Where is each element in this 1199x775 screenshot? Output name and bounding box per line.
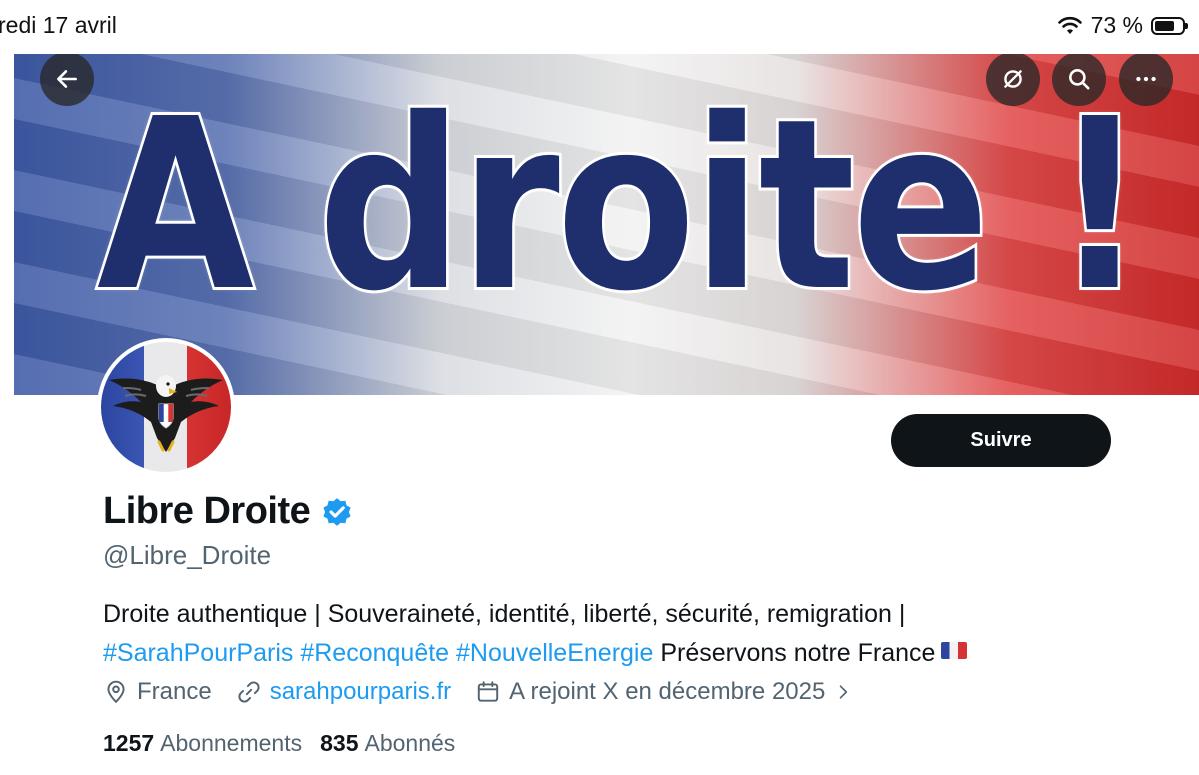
grok-icon	[1004, 70, 1022, 88]
avatar-image	[101, 342, 231, 472]
status-bar: redi 17 avril 73 %	[0, 0, 1199, 52]
profile-meta: France sarahpourparis.fr A rejoint X en …	[103, 678, 877, 706]
status-indicators: 73 %	[1057, 12, 1188, 39]
join-date-text: A rejoint X en décembre 2025	[509, 678, 826, 705]
followers-label: Abonnés	[364, 730, 456, 756]
verified-badge-icon[interactable]	[320, 495, 354, 529]
follow-button[interactable]: Suivre	[891, 414, 1111, 467]
battery-percentage: 73 %	[1090, 12, 1143, 38]
followers-count: 835	[320, 730, 359, 756]
eagle-icon	[109, 375, 223, 452]
name-row: Libre Droite	[103, 490, 354, 533]
website-link[interactable]: sarahpourparis.fr	[270, 678, 451, 706]
profile-stats: 1257 Abonnements 835 Abonnés	[103, 730, 473, 757]
more-icon	[1136, 76, 1156, 82]
following-count: 1257	[103, 730, 155, 756]
status-date: redi 17 avril	[0, 12, 117, 38]
back-arrow-icon	[57, 70, 77, 88]
bio-tail: Préservons notre France	[660, 639, 936, 667]
handle: @Libre_Droite	[103, 540, 272, 570]
back-button[interactable]	[40, 54, 94, 106]
bio-line: Droite authentique | Souveraineté, ident…	[103, 600, 906, 628]
hashtag-link[interactable]: #NouvelleEnergie	[456, 639, 653, 667]
following-label: Abonnements	[160, 730, 303, 756]
location: France	[103, 678, 212, 706]
bio: Droite authentique | Souveraineté, ident…	[103, 595, 1153, 673]
battery-icon	[1151, 16, 1188, 35]
battery-fill	[1155, 20, 1174, 31]
calendar-icon	[477, 681, 499, 702]
chevron-right-icon	[840, 685, 848, 699]
display-name: Libre Droite	[103, 490, 311, 532]
search-icon	[1069, 69, 1090, 90]
avatar[interactable]	[97, 338, 235, 476]
search-button[interactable]	[1052, 54, 1106, 106]
following-stat[interactable]: 1257 Abonnements	[103, 730, 302, 757]
followers-stat[interactable]: 835 Abonnés	[320, 730, 455, 757]
join-date[interactable]: A rejoint X en décembre 2025	[475, 678, 853, 706]
location-pin-icon	[107, 680, 125, 704]
grok-button[interactable]	[986, 54, 1040, 106]
wifi-icon	[1057, 16, 1082, 34]
website[interactable]: sarahpourparis.fr	[236, 678, 451, 706]
bio-line-2: #SarahPourParis #Reconquête #NouvelleEne…	[103, 634, 1153, 673]
location-text: France	[137, 678, 212, 705]
link-icon	[238, 681, 260, 703]
french-flag-icon	[941, 642, 968, 659]
hashtag-link[interactable]: #Reconquête	[300, 639, 449, 667]
more-button[interactable]	[1119, 54, 1173, 106]
hashtag-link[interactable]: #SarahPourParis	[103, 639, 293, 667]
banner-text: A droite !	[94, 68, 1148, 343]
